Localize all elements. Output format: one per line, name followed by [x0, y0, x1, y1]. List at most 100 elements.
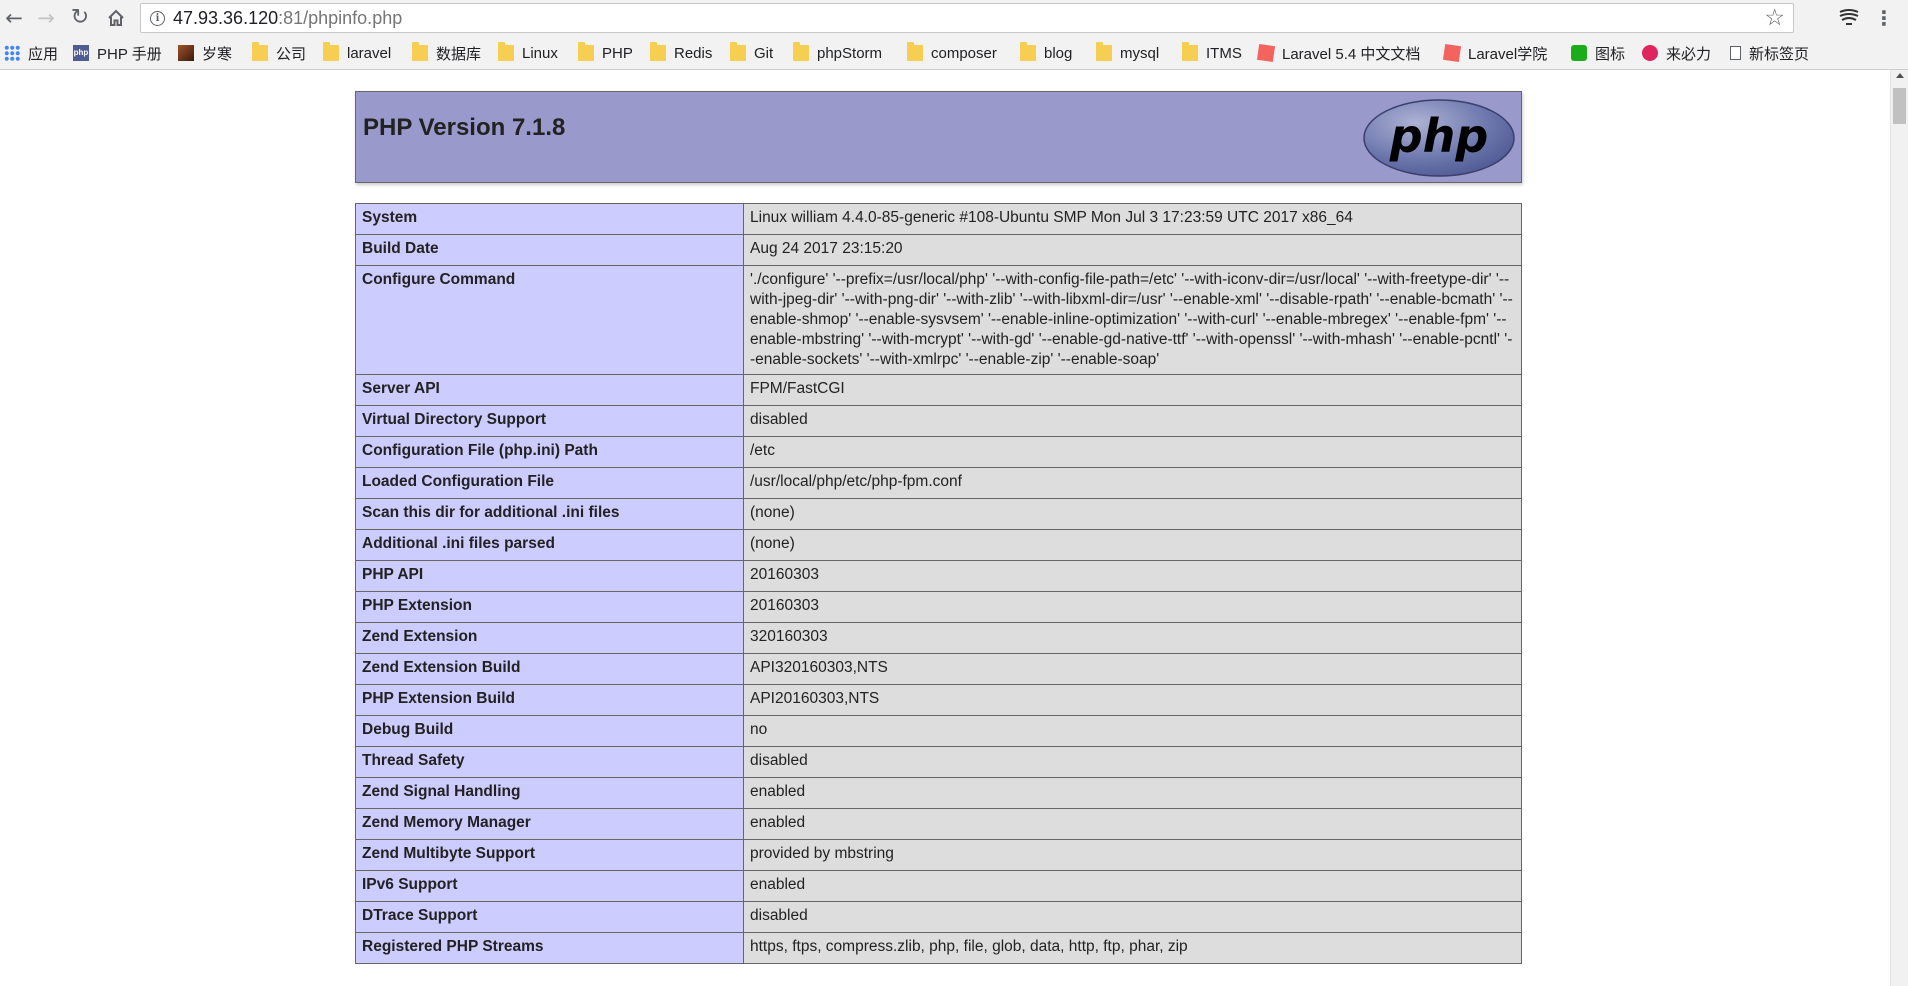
bookmark-folder-database[interactable]: 数据库 [412, 42, 481, 64]
folder-icon [907, 42, 923, 61]
row-value: enabled [743, 777, 1522, 809]
folder-icon [252, 42, 268, 61]
row-value: 20160303 [743, 591, 1522, 623]
php-logo[interactable]: php [1362, 98, 1516, 178]
bookmark-label: Redis [674, 44, 713, 62]
folder-icon [730, 42, 746, 61]
bookmark-iconfont[interactable]: 图标 [1571, 42, 1625, 64]
row-key: Build Date [355, 234, 744, 266]
iconfont-icon [1571, 45, 1587, 61]
forward-arrow-icon[interactable]: → [34, 6, 58, 30]
row-key: Server API [355, 374, 744, 406]
bookmarks-bar: 应用 php PHP 手册 岁寒 公司 laravel 数据库 Linux PHP… [0, 36, 1908, 70]
table-row: Zend Signal Handling enabled [355, 777, 1522, 809]
bookmark-folder-itms[interactable]: ITMS [1182, 42, 1242, 64]
bookmark-laravel-docs[interactable]: Laravel 5.4 中文文档 [1256, 42, 1421, 64]
bookmark-folder-composer[interactable]: composer [907, 42, 997, 64]
table-row: Loaded Configuration File/usr/local/php/… [355, 467, 1522, 499]
table-row: Zend Extension Build API320160303,NTS [355, 653, 1522, 685]
avatar-icon [178, 45, 194, 61]
row-value: enabled [743, 870, 1522, 902]
bookmark-label: ITMS [1206, 44, 1242, 62]
table-row: Scan this dir for additional .ini files(… [355, 498, 1522, 530]
table-row: PHP Extension Build API20160303,NTS [355, 684, 1522, 716]
star-icon[interactable]: ☆ [1764, 5, 1785, 31]
bookmark-apps[interactable]: 应用 [4, 42, 58, 64]
table-row: Zend Extension 320160303 [355, 622, 1522, 654]
row-value: FPM/FastCGI [743, 374, 1522, 406]
page-icon [1730, 46, 1741, 60]
bookmark-label: blog [1044, 44, 1073, 62]
folder-icon [650, 42, 666, 61]
row-value: 20160303 [743, 560, 1522, 592]
vertical-scrollbar[interactable] [1890, 70, 1908, 986]
bookmark-folder-phpstorm[interactable]: phpStorm [793, 42, 882, 64]
bookmark-livere[interactable]: 来必力 [1642, 42, 1711, 64]
row-value: API20160303,NTS [743, 684, 1522, 716]
bookmark-php-manual[interactable]: php PHP 手册 [73, 42, 162, 64]
bookmark-label: 新标签页 [1749, 45, 1810, 63]
bookmark-label: mysql [1120, 44, 1160, 62]
row-value: (none) [743, 498, 1522, 530]
table-row: Build Date Aug 24 2017 23:15:20 [355, 234, 1522, 266]
bookmark-folder-company[interactable]: 公司 [252, 42, 306, 64]
bookmark-folder-linux[interactable]: Linux [498, 42, 558, 64]
row-key: Zend Extension Build [355, 653, 744, 685]
bookmark-folder-redis[interactable]: Redis [650, 42, 712, 64]
menu-icon[interactable]: ⋮ [1874, 6, 1894, 30]
bookmark-folder-git[interactable]: Git [730, 42, 773, 64]
bookmark-laravel-academy[interactable]: Laravel学院 [1442, 42, 1547, 64]
folder-icon [323, 42, 339, 61]
row-key: Virtual Directory Support [355, 405, 744, 437]
extension-icon[interactable] [1836, 6, 1862, 30]
folder-icon [1020, 42, 1036, 61]
table-row: Registered PHP Streams https, ftps, compr… [355, 932, 1522, 964]
info-icon[interactable]: i [150, 11, 165, 26]
bookmark-suihan[interactable]: 岁寒 [178, 42, 232, 64]
laravel-icon [1442, 43, 1462, 63]
page-header: PHP Version 7.1.8 php [355, 91, 1522, 183]
php-logo-text: php [1389, 109, 1489, 163]
browser-toolbar: ← → ↻ i 47.93.36.120:81/phpinfo.php ☆ ⋮ [0, 0, 1908, 36]
back-arrow-icon[interactable]: ← [2, 6, 26, 30]
table-row: DTrace Support disabled [355, 901, 1522, 933]
bookmark-label: PHP 手册 [97, 45, 162, 63]
row-key: PHP API [355, 560, 744, 592]
bookmark-label: 图标 [1595, 45, 1626, 63]
reload-icon[interactable]: ↻ [68, 6, 92, 30]
info-table-body: System Linux william 4.4.0-85-generic #10… [355, 203, 1522, 964]
php-manual-icon: php [73, 45, 89, 61]
row-key: Loaded Configuration File [355, 467, 744, 499]
bookmark-label: phpStorm [817, 44, 883, 62]
row-value: './configure' '--prefix=/usr/local/php' … [743, 265, 1522, 375]
row-value: enabled [743, 808, 1522, 840]
bookmark-label: 来必力 [1666, 45, 1712, 63]
url-host: 47.93.36.120 [173, 8, 279, 28]
bookmark-label: composer [931, 44, 997, 62]
table-row: PHP Extension 20160303 [355, 591, 1522, 623]
bookmark-label: Laravel 5.4 中文文档 [1282, 45, 1421, 63]
scrollbar-thumb[interactable] [1893, 88, 1906, 124]
table-row: PHP API 20160303 [355, 560, 1522, 592]
bookmark-folder-php[interactable]: PHP [578, 42, 633, 64]
row-key: Configuration File (php.ini) Path [355, 436, 744, 468]
table-row: Virtual Directory Support disabled [355, 405, 1522, 437]
bookmark-folder-laravel[interactable]: laravel [323, 42, 391, 64]
row-value: no [743, 715, 1522, 747]
table-row: System Linux william 4.4.0-85-generic #10… [355, 203, 1522, 235]
home-icon[interactable] [104, 6, 128, 30]
folder-icon [1096, 42, 1112, 61]
url-text[interactable]: 47.93.36.120:81/phpinfo.php [173, 8, 402, 29]
table-row: Server API FPM/FastCGI [355, 374, 1522, 406]
address-bar[interactable]: i 47.93.36.120:81/phpinfo.php ☆ [140, 3, 1794, 33]
row-value: /etc [743, 436, 1522, 468]
bookmark-label: laravel [347, 44, 392, 62]
bookmark-folder-blog[interactable]: blog [1020, 42, 1072, 64]
bookmark-folder-mysql[interactable]: mysql [1096, 42, 1159, 64]
bookmark-new-tab[interactable]: 新标签页 [1730, 42, 1809, 64]
scroll-up-arrow-icon[interactable] [1896, 73, 1904, 78]
row-key: IPv6 Support [355, 870, 744, 902]
row-key: Zend Memory Manager [355, 808, 744, 840]
row-key: DTrace Support [355, 901, 744, 933]
row-key: Zend Extension [355, 622, 744, 654]
